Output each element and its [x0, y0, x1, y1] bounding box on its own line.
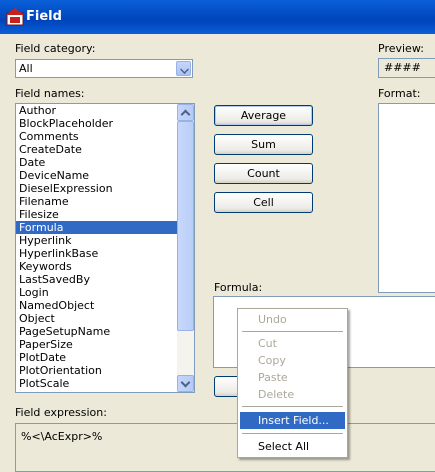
- vertical-scrollbar[interactable]: [177, 104, 194, 392]
- menu-item-cut[interactable]: Cut: [240, 335, 345, 352]
- list-item[interactable]: PlotOrientation: [16, 364, 178, 377]
- scroll-down-button[interactable]: [177, 375, 194, 392]
- list-item[interactable]: Comments: [16, 130, 178, 143]
- list-item[interactable]: HyperlinkBase: [16, 247, 178, 260]
- list-item[interactable]: PlotStyleTable: [16, 390, 178, 392]
- list-item[interactable]: LastSavedBy: [16, 273, 178, 286]
- field-expression-label: Field expression:: [15, 406, 107, 419]
- cell-button[interactable]: Cell: [214, 192, 313, 213]
- context-menu: Undo Cut Copy Paste Delete Insert Field.…: [237, 308, 348, 458]
- menu-item-delete[interactable]: Delete: [240, 386, 345, 403]
- chevron-down-icon: [180, 377, 191, 388]
- list-item[interactable]: PlotDate: [16, 351, 178, 364]
- field-category-value: All: [19, 62, 33, 75]
- title-bar[interactable]: Field: [0, 0, 435, 34]
- preview-label: Preview:: [378, 42, 424, 55]
- list-item[interactable]: Filename: [16, 195, 178, 208]
- field-names-items: Author BlockPlaceholder Comments CreateDate…: [16, 104, 178, 392]
- window-title: Field: [26, 9, 62, 24]
- field-names-label: Field names:: [15, 87, 85, 100]
- list-item[interactable]: Author: [16, 104, 178, 117]
- menu-item-undo[interactable]: Undo: [240, 311, 345, 328]
- list-item[interactable]: Object: [16, 312, 178, 325]
- dropdown-arrow-button[interactable]: [176, 61, 191, 76]
- list-item[interactable]: Keywords: [16, 260, 178, 273]
- list-item[interactable]: CreateDate: [16, 143, 178, 156]
- list-item[interactable]: Formula: [16, 221, 178, 234]
- list-item[interactable]: DeviceName: [16, 169, 178, 182]
- scroll-up-button[interactable]: [177, 104, 194, 121]
- field-expression-value: %<\AcExpr>%: [21, 430, 103, 443]
- list-item[interactable]: Filesize: [16, 208, 178, 221]
- sum-button[interactable]: Sum: [214, 134, 313, 155]
- field-category-dropdown[interactable]: All: [15, 59, 193, 78]
- app-icon: [6, 8, 24, 26]
- menu-item-insert-field[interactable]: Insert Field...: [240, 412, 345, 429]
- list-item[interactable]: PageSetupName: [16, 325, 178, 338]
- field-category-label: Field category:: [15, 42, 96, 55]
- menu-item-select-all[interactable]: Select All: [240, 438, 345, 455]
- menu-separator: [242, 433, 343, 434]
- count-button[interactable]: Count: [214, 163, 313, 184]
- format-list[interactable]: [378, 103, 435, 293]
- average-button[interactable]: Average: [214, 105, 313, 126]
- list-item[interactable]: Date: [16, 156, 178, 169]
- menu-item-paste[interactable]: Paste: [240, 369, 345, 386]
- menu-separator: [242, 406, 343, 407]
- list-item[interactable]: Hyperlink: [16, 234, 178, 247]
- preview-value: ####: [378, 58, 435, 78]
- menu-item-copy[interactable]: Copy: [240, 352, 345, 369]
- list-item[interactable]: DieselExpression: [16, 182, 178, 195]
- field-expression-box: %<\AcExpr>%: [15, 423, 435, 472]
- list-item[interactable]: NamedObject: [16, 299, 178, 312]
- formula-label: Formula:: [214, 281, 263, 294]
- menu-separator: [242, 331, 343, 332]
- chevron-down-icon: [180, 65, 189, 74]
- format-label: Format:: [378, 87, 421, 100]
- field-names-list[interactable]: Author BlockPlaceholder Comments CreateDate…: [15, 103, 195, 393]
- scroll-thumb[interactable]: [177, 121, 194, 331]
- list-item[interactable]: BlockPlaceholder: [16, 117, 178, 130]
- list-item[interactable]: Login: [16, 286, 178, 299]
- chevron-up-icon: [180, 109, 191, 120]
- list-item[interactable]: PlotScale: [16, 377, 178, 390]
- list-item[interactable]: PaperSize: [16, 338, 178, 351]
